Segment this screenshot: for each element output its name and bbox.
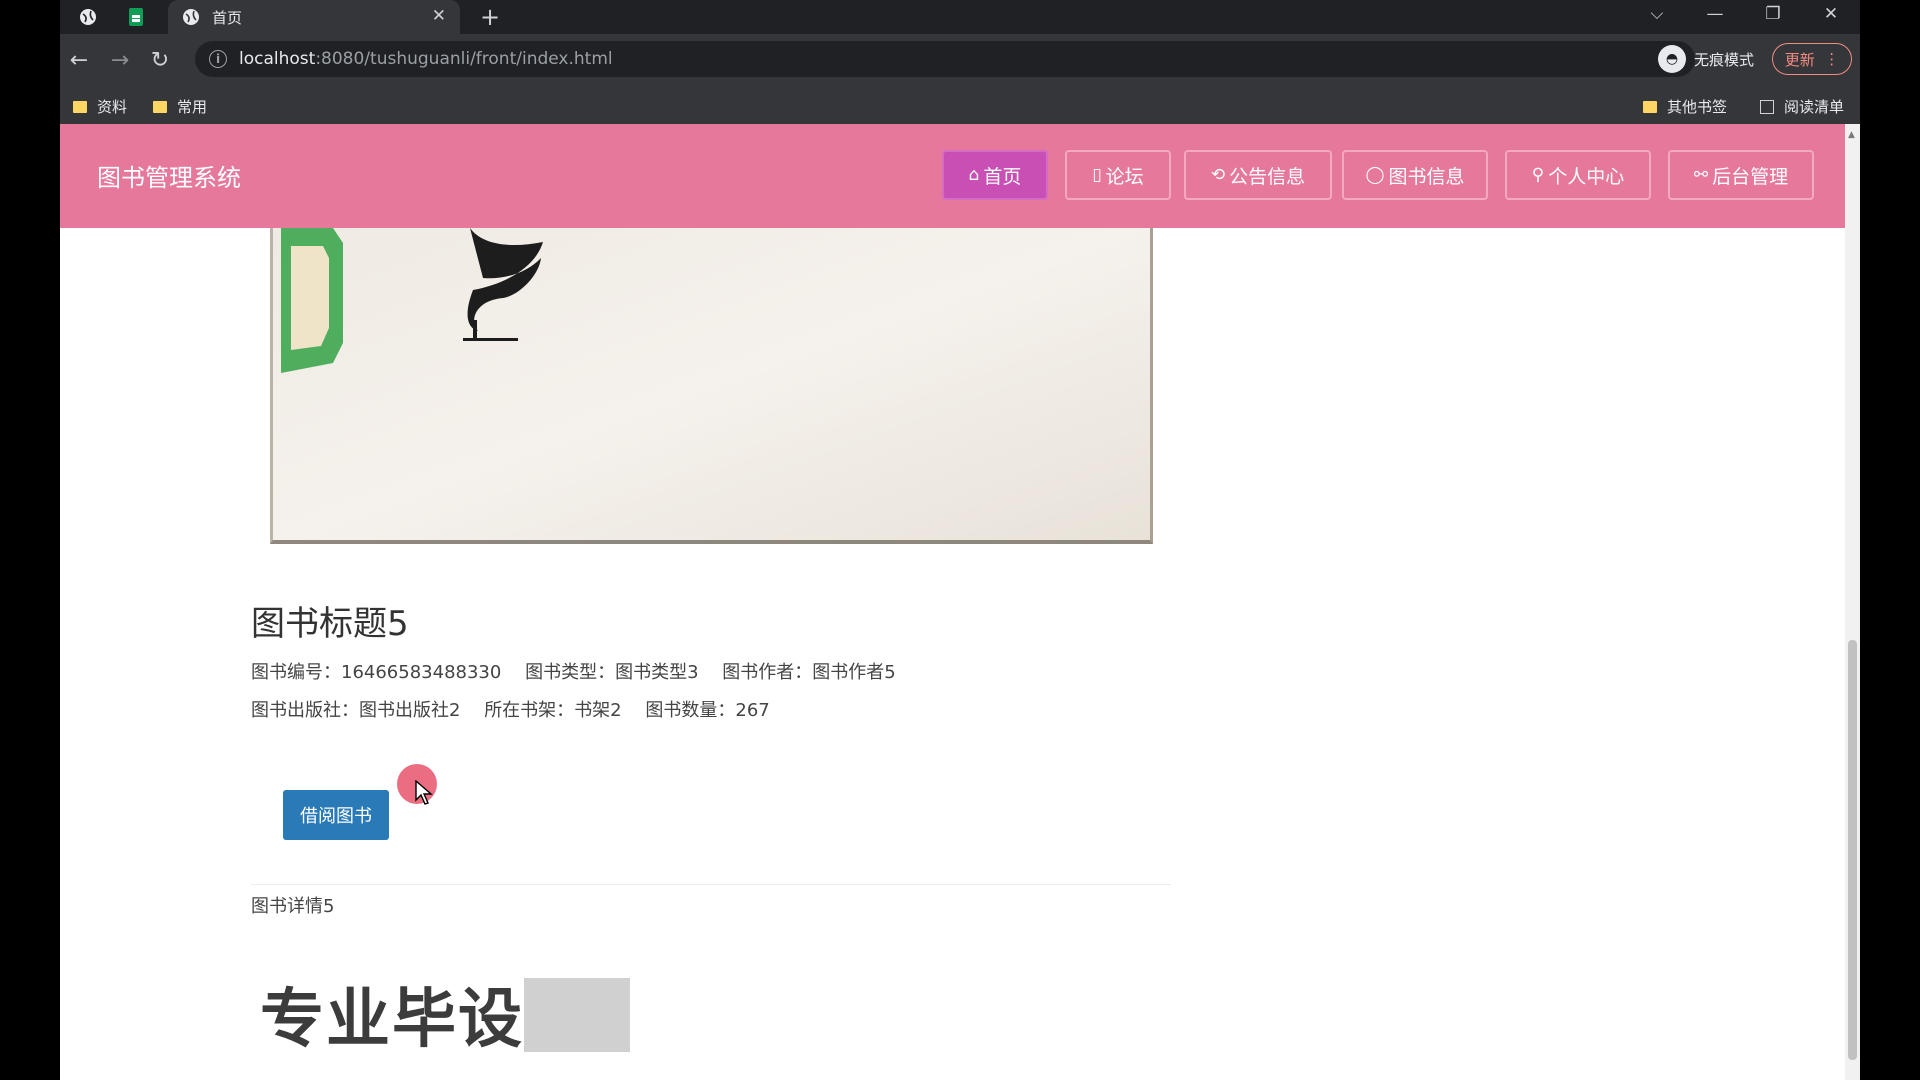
book-icon: ◯: [1365, 165, 1385, 185]
folder-icon: [153, 100, 167, 113]
shelf-value: 书架2: [574, 700, 622, 721]
nav-forum[interactable]: ▯ 论坛: [1065, 150, 1171, 200]
book-id-label: 图书编号：: [251, 662, 341, 683]
book-title: 图书标题5: [251, 604, 409, 644]
quantity-label: 图书数量：: [645, 700, 736, 721]
other-bookmarks[interactable]: 其他书签: [1643, 96, 1727, 117]
update-button[interactable]: 更新 ⋮: [1772, 43, 1852, 75]
site-header: 图书管理系统 ⌂ 首页 ▯ 论坛 ⟲ 公告信息 ◯ 图书信息 ⚲ 个人中心 ⚯ 后台管理: [60, 124, 1845, 228]
browser-globe-icon[interactable]: [78, 7, 98, 27]
bookmarks-bar: 资料 常用 其他书签 阅读清单: [60, 86, 1860, 124]
tab-home[interactable]: 首页 ✕: [168, 0, 460, 34]
book-type-label: 图书类型：: [525, 662, 616, 683]
quantity-value: 267: [735, 700, 770, 721]
bookmark-folder-2[interactable]: 常用: [153, 96, 207, 117]
folder-icon: [73, 100, 87, 113]
nav-admin[interactable]: ⚯ 后台管理: [1668, 150, 1814, 200]
publisher-value: 图书出版社2: [359, 700, 461, 721]
book-type-value: 图书类型3: [615, 662, 699, 683]
scrollbar-thumb[interactable]: [1848, 640, 1857, 1060]
watermark-text: 专业毕设: [260, 983, 524, 1057]
site-info-icon[interactable]: i: [209, 50, 227, 68]
reading-list-icon: [1760, 99, 1774, 114]
browser-chrome: 首页 ✕ + ⌵ — ❐ ✕ ← → ↻ i localhost:8080/tu…: [60, 0, 1860, 124]
screen: 首页 ✕ + ⌵ — ❐ ✕ ← → ↻ i localhost:8080/tu…: [60, 0, 1860, 1080]
notice-icon: ⟲: [1210, 165, 1226, 185]
forum-icon: ▯: [1092, 165, 1102, 185]
page-scrollbar[interactable]: ▲: [1845, 124, 1860, 1080]
book-meta-row-1: 图书编号：16466583488330 图书类型：图书类型3 图书作者：图书作者…: [251, 658, 914, 684]
new-tab-icon[interactable]: +: [480, 3, 500, 31]
scroll-up-icon[interactable]: ▲: [1848, 130, 1855, 140]
forward-icon[interactable]: →: [106, 46, 134, 74]
minimize-icon[interactable]: —: [1686, 0, 1744, 28]
nav-profile[interactable]: ⚲ 个人中心: [1505, 150, 1651, 200]
link-icon: ⚯: [1693, 165, 1709, 185]
back-icon[interactable]: ←: [65, 46, 93, 74]
reading-list[interactable]: 阅读清单: [1760, 96, 1844, 117]
bookmark-folder-1[interactable]: 资料: [73, 96, 127, 117]
globe-icon: [183, 9, 199, 25]
incognito-icon: ◓: [1658, 45, 1686, 73]
url-text: localhost:8080/tushuguanli/front/index.h…: [239, 49, 613, 69]
reload-icon[interactable]: ↻: [146, 46, 174, 74]
tab-strip: 首页 ✕ + ⌵ — ❐ ✕: [60, 0, 1860, 34]
incognito-label: 无痕模式: [1694, 50, 1755, 69]
tab-title: 首页: [212, 8, 243, 27]
tab-search-icon[interactable]: ⌵: [1628, 0, 1686, 28]
sheets-tab-icon[interactable]: [126, 7, 146, 27]
book-meta-row-2: 图书出版社：图书出版社2 所在书架：书架2 图书数量：267: [251, 696, 788, 722]
home-icon: ⌂: [968, 165, 980, 185]
nav-books[interactable]: ◯ 图书信息: [1342, 150, 1488, 200]
folder-icon: [1643, 100, 1657, 113]
book-detail-page: 图书标题5 图书编号：16466583488330 图书类型：图书类型3 图书作…: [60, 228, 1845, 1080]
close-window-icon[interactable]: ✕: [1802, 0, 1860, 28]
restore-icon[interactable]: ❐: [1744, 0, 1802, 28]
browser-toolbar: ← → ↻ i localhost:8080/tushuguanli/front…: [60, 34, 1860, 86]
borrow-book-button[interactable]: 借阅图书: [283, 790, 389, 840]
book-author-label: 图书作者：: [722, 662, 813, 683]
mouse-cursor-icon: [415, 780, 433, 805]
close-tab-icon[interactable]: ✕: [432, 6, 446, 26]
nav-notice[interactable]: ⟲ 公告信息: [1184, 150, 1332, 200]
user-icon: ⚲: [1531, 165, 1545, 185]
nav-home[interactable]: ⌂ 首页: [942, 150, 1048, 200]
book-author-value: 图书作者5: [812, 662, 896, 683]
incognito-indicator[interactable]: ◓ 无痕模式: [1658, 42, 1754, 76]
address-bar[interactable]: i localhost:8080/tushuguanli/front/index…: [195, 41, 1695, 77]
site-logo[interactable]: 图书管理系统: [97, 158, 241, 193]
book-detail-text: 图书详情5: [251, 896, 335, 917]
window-controls: ⌵ — ❐ ✕: [1628, 0, 1860, 34]
shelf-label: 所在书架：: [484, 700, 575, 721]
book-cover-image: [270, 228, 1153, 544]
section-divider: [251, 884, 1171, 885]
book-id-value: 16466583488330: [341, 662, 502, 683]
publisher-label: 图书出版社：: [251, 700, 359, 721]
blurred-region: [524, 978, 630, 1052]
